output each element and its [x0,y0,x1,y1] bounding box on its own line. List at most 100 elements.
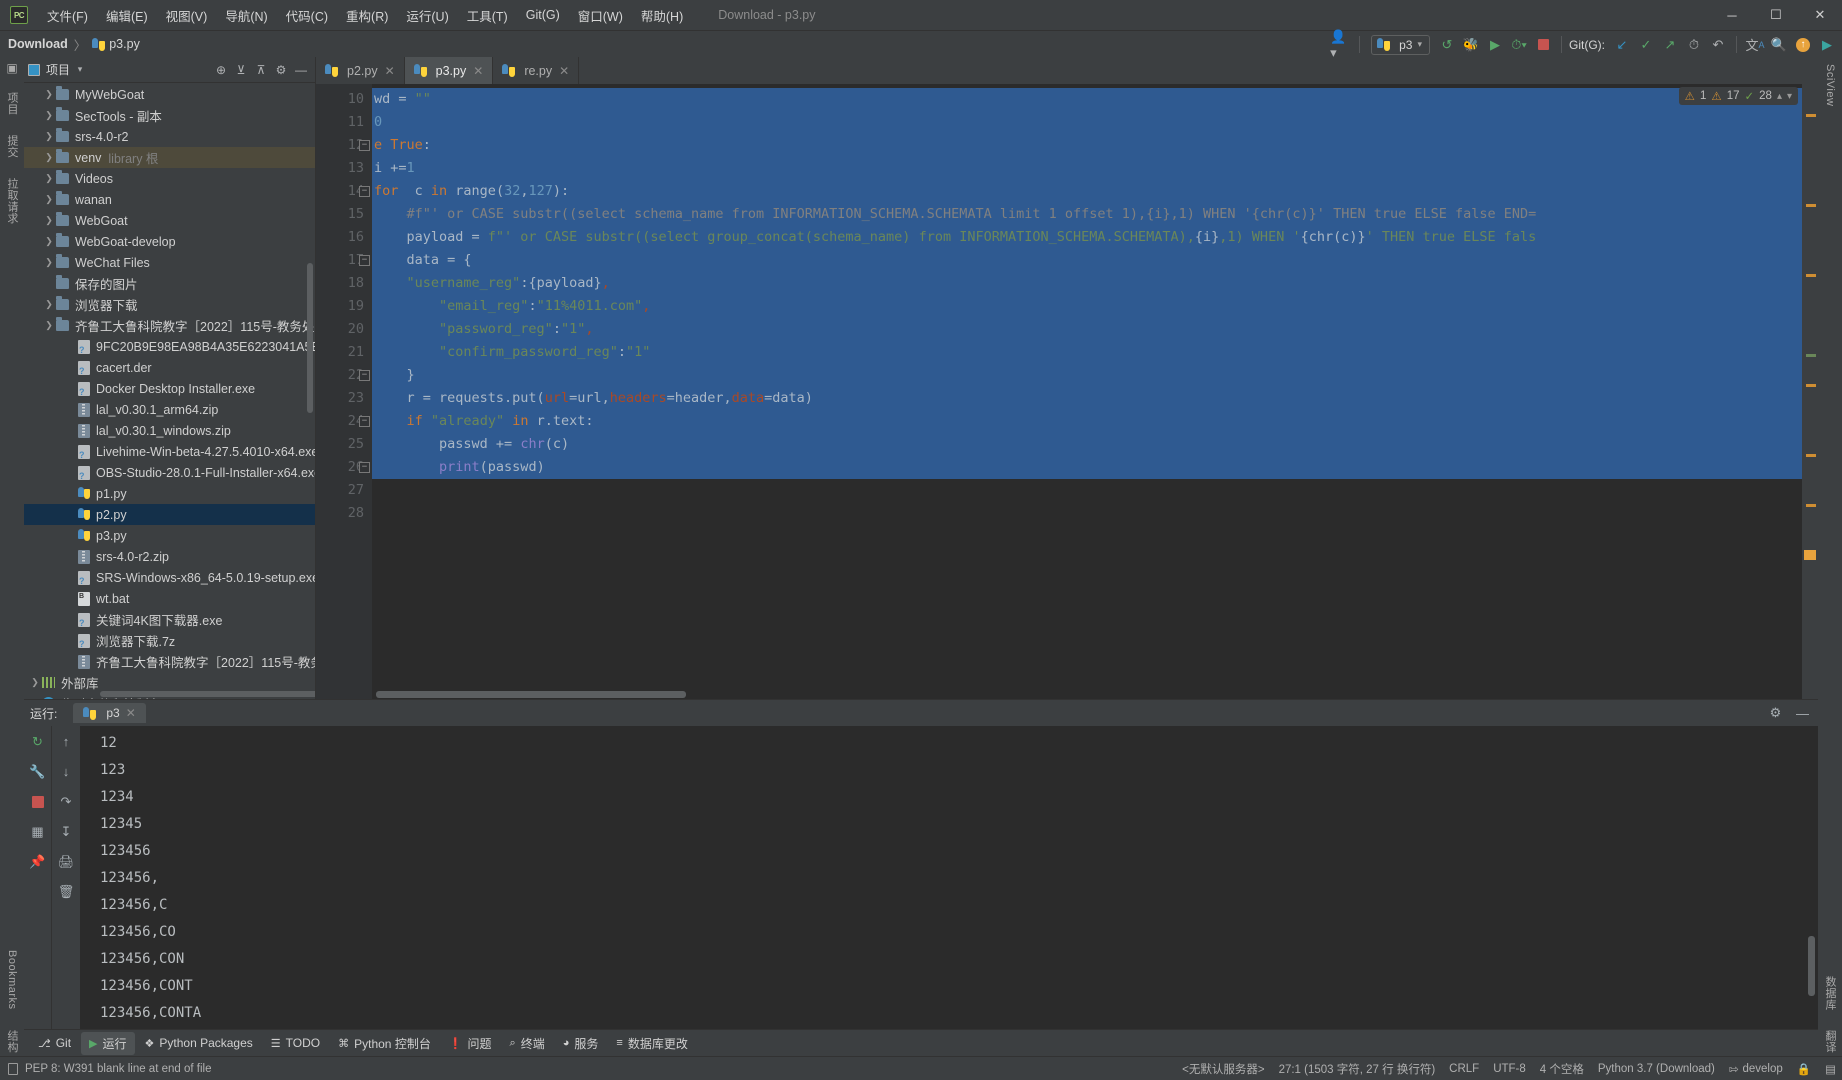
tool-window-button[interactable]: ☰ TODO [263,1033,328,1053]
line-number[interactable]: 11 [316,111,372,134]
settings-wrench-icon[interactable]: 🔧 [28,762,47,781]
line-number[interactable]: 27 [316,479,372,502]
memory-icon[interactable]: ▤ [1825,1062,1836,1076]
tool-window-button[interactable]: ❖ Python Packages [137,1033,261,1053]
fold-collapse-icon[interactable]: − [359,416,370,427]
fold-collapse-icon[interactable]: − [359,140,370,151]
tree-item[interactable]: p2.py [24,504,315,525]
breadcrumb-file[interactable]: p3.py [109,37,140,51]
status-indent[interactable]: 4 个空格 [1540,1061,1584,1077]
tool-window-button[interactable]: ◕ 服务 [555,1032,607,1055]
tree-item[interactable]: 浏览器下载.7z [24,630,315,651]
code-line[interactable]: data = { [372,249,1802,272]
chevron-right-icon[interactable]: ❯ [28,677,42,688]
collapse-all-icon[interactable]: ⊼ [251,60,271,80]
hide-icon[interactable]: — [291,60,311,80]
chevron-right-icon[interactable]: ❯ [42,215,56,226]
translate-icon[interactable]: 文A [1744,34,1766,56]
menu-navigate[interactable]: 导航(N) [216,2,276,29]
menu-help[interactable]: 帮助(H) [632,2,692,29]
tree-item[interactable]: ❯ wanan [24,189,315,210]
git-history-icon[interactable]: ⏱ [1683,34,1705,56]
run-icon[interactable]: ↺ [1436,34,1458,56]
tree-item[interactable]: ❯ WebGoat [24,210,315,231]
maximize-button[interactable]: ☐ [1754,0,1798,30]
menu-refactor[interactable]: 重构(R) [337,2,397,29]
menu-run[interactable]: 运行(U) [397,2,457,29]
tree-item[interactable]: ❯ Videos [24,168,315,189]
error-stripe[interactable] [1802,84,1818,699]
chevron-down-icon[interactable]: ▾ [70,60,90,80]
strip-database[interactable]: 数据库 [1822,973,1838,1014]
strip-commit[interactable]: 提交 [4,132,20,161]
line-number[interactable]: 16 [316,226,372,249]
line-number[interactable]: 13 [316,157,372,180]
status-branch[interactable]: ⇰ develop [1729,1062,1783,1076]
tool-window-button[interactable]: ❗ 问题 [441,1032,500,1055]
search-icon[interactable]: 🔍 [1768,34,1790,56]
tree-item[interactable]: 保存的图片 [24,273,315,294]
chevron-right-icon[interactable]: ❯ [42,320,56,331]
code-line[interactable] [372,479,1802,502]
code-line[interactable]: #f"' or CASE substr((select schema_name … [372,203,1802,226]
rerun-icon[interactable]: ↻ [28,732,47,751]
lock-icon[interactable]: 🔒 [1797,1062,1811,1076]
editor-horizontal-scrollbar[interactable] [376,691,686,698]
close-icon[interactable]: ✕ [126,706,136,720]
coverage-icon[interactable]: ▶ [1484,34,1506,56]
code-line[interactable]: payload = f"' or CASE substr((select gro… [372,226,1802,249]
line-number[interactable]: 23 [316,387,372,410]
stop-icon[interactable] [1532,34,1554,56]
close-icon[interactable]: ✕ [385,64,395,78]
chevron-right-icon[interactable]: ❯ [42,131,56,142]
tool-window-button[interactable]: ⌕ 终端 [502,1032,553,1055]
tree-item[interactable]: wt.bat [24,588,315,609]
stripe-caret[interactable] [1804,550,1816,560]
stop-icon[interactable] [28,792,47,811]
strip-structure[interactable]: 结构 [4,1027,20,1056]
notification-icon[interactable]: ↑ [1792,34,1814,56]
tree-item[interactable]: 9FC20B9E98EA98B4A35E6223041A5EF94 [24,336,315,357]
chevron-right-icon[interactable]: ❯ [42,110,56,121]
strip-bookmarks[interactable]: Bookmarks [6,947,18,1013]
run-tab-p3[interactable]: p3 ✕ [73,703,146,723]
breadcrumb-project[interactable]: Download [8,37,68,51]
chevron-right-icon[interactable]: ❯ [28,698,42,699]
fold-collapse-icon[interactable]: − [359,255,370,266]
tool-window-button[interactable]: ⎇ Git [30,1033,79,1053]
tree-item[interactable]: ❯ MyWebGoat [24,84,315,105]
soft-wrap-icon[interactable]: ↷ [57,792,76,811]
tree-item[interactable]: ❯ 齐鲁工大鲁科院教字［2022］115号-教务处 [24,315,315,336]
git-update-icon[interactable]: ↙ [1611,34,1633,56]
fold-collapse-icon[interactable]: − [359,186,370,197]
tree-item[interactable]: ❯ 浏览器下载 [24,294,315,315]
status-encoding[interactable]: UTF-8 [1493,1063,1526,1075]
editor-tab[interactable]: p2.py ✕ [316,57,405,84]
line-number-gutter[interactable]: 10 11 12−13 14−15 16 17−18 19 20 21 22−23 24−25 26−… [316,84,372,699]
code-line[interactable]: passwd += chr(c) [372,433,1802,456]
line-number[interactable]: 18 [316,272,372,295]
tree-item[interactable]: ❯ 外部库 [24,672,315,693]
stripe-warning-4[interactable] [1806,384,1816,387]
scroll-up-icon[interactable]: ↑ [57,732,76,751]
line-number[interactable]: 20 [316,318,372,341]
run-configuration-selector[interactable]: p3 ▾ [1371,34,1430,55]
tree-item[interactable]: Livehime-Win-beta-4.27.5.4010-x64.exe [24,441,315,462]
layout-icon[interactable]: ▦ [28,822,47,841]
tree-item[interactable]: srs-4.0-r2.zip [24,546,315,567]
status-line-separator[interactable]: CRLF [1449,1063,1479,1075]
code-line[interactable]: "password_reg":"1", [372,318,1802,341]
profiler-icon[interactable]: ⏱▾ [1508,34,1530,56]
chevron-up-icon[interactable]: ▴ [1777,91,1782,102]
code-line[interactable]: 0 [372,111,1802,134]
chevron-right-icon[interactable]: ❯ [42,89,56,100]
menu-tools[interactable]: 工具(T) [458,2,517,29]
close-icon[interactable]: ✕ [473,64,483,78]
tool-window-button[interactable]: ⌘ Python 控制台 [330,1032,439,1055]
tree-item[interactable]: lal_v0.30.1_arm64.zip [24,399,315,420]
tree-item[interactable]: lal_v0.30.1_windows.zip [24,420,315,441]
inspection-widget[interactable]: ⚠ 1 ⚠ 17 ✓ 28 ▴ ▾ [1678,87,1798,105]
tool-window-button[interactable]: ▶ 运行 [81,1031,135,1055]
code-line[interactable]: "email_reg":"11%4011.com", [372,295,1802,318]
line-number[interactable]: 21 [316,341,372,364]
